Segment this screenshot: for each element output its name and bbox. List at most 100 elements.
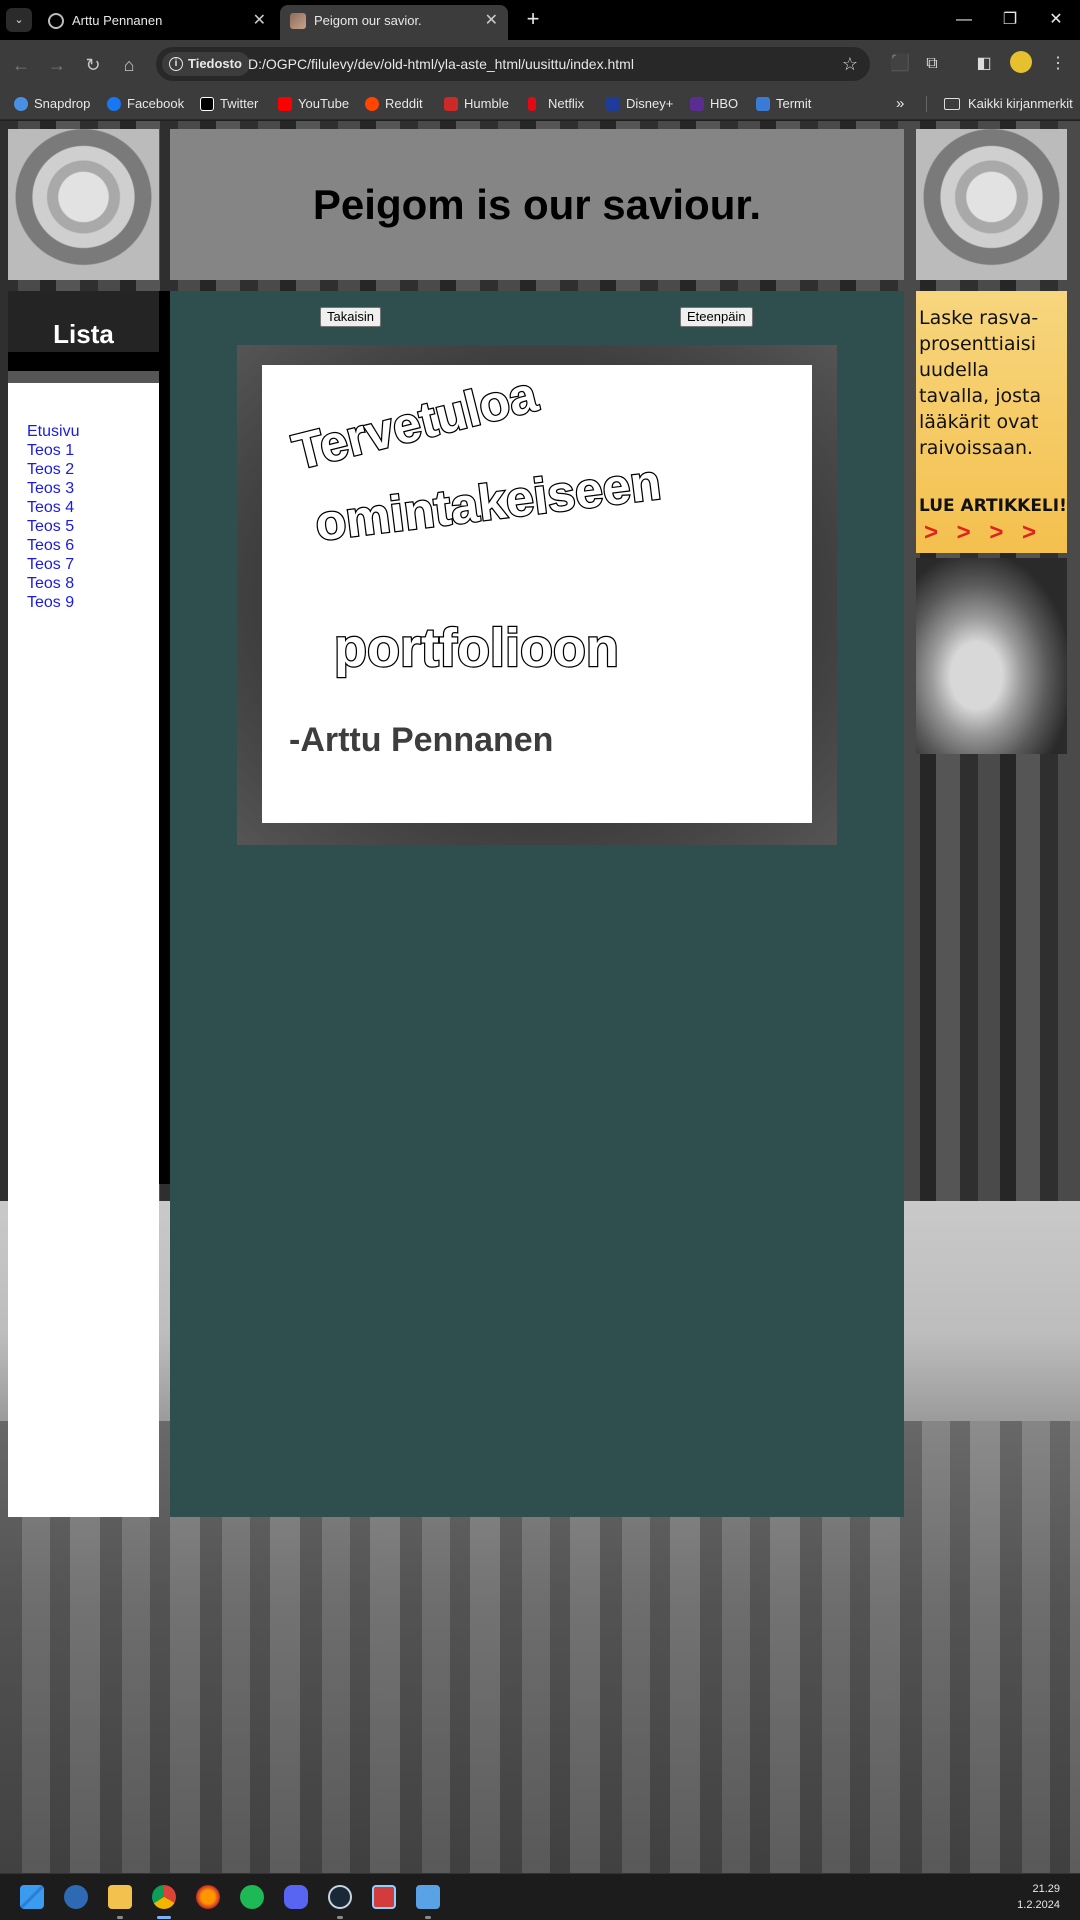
discord-icon[interactable] — [284, 1885, 308, 1909]
ad-arrows: > > > > — [924, 519, 1043, 546]
bookmark-hbo[interactable]: HBO — [690, 88, 738, 120]
page-favicon — [290, 13, 306, 29]
back-button[interactable]: Takaisin — [320, 307, 381, 327]
reload-icon[interactable]: ↻ — [80, 52, 106, 78]
file-explorer-icon[interactable] — [108, 1885, 132, 1909]
sidebar-link-teos-1[interactable]: Teos 1 — [27, 441, 79, 460]
bookmark-twitter[interactable]: Twitter — [200, 88, 258, 120]
page-title: Peigom is our saviour. — [312, 181, 762, 228]
x-icon — [200, 97, 214, 111]
firefox-icon[interactable] — [196, 1885, 220, 1909]
humble-icon — [444, 97, 458, 111]
start-icon[interactable] — [20, 1885, 44, 1909]
clock-date: 1.2.2024 — [1017, 1899, 1060, 1911]
sidebar-link-etusivu[interactable]: Etusivu — [27, 422, 79, 441]
extension-badge-icon[interactable]: ⬛ — [888, 52, 912, 76]
tab-title: Peigom our savior. — [314, 13, 422, 28]
sidebar-link-teos-4[interactable]: Teos 4 — [27, 498, 79, 517]
minimize-icon[interactable]: — — [944, 6, 984, 34]
running-indicator — [425, 1916, 431, 1919]
snapdrop-icon — [14, 97, 28, 111]
ad-text: Laske rasva-prosenttiaisi uudella tavall… — [919, 307, 1042, 459]
address-bar[interactable]: i Tiedosto D:/OGPC/filulevy/dev/old-html… — [156, 47, 870, 81]
ad-photo[interactable] — [916, 558, 1067, 754]
main-content: Takaisin Eteenpäin Tervetuloa omintakeis… — [170, 291, 904, 1517]
close-tab-icon[interactable]: ✕ — [485, 5, 498, 36]
all-bookmarks-button[interactable]: Kaikki kirjanmerkit — [944, 88, 1073, 120]
bookmarks-bar: Snapdrop Facebook Twitter YouTube Reddit… — [0, 88, 1080, 120]
bookmark-facebook[interactable]: Facebook — [107, 88, 184, 120]
sidebar-link-teos-8[interactable]: Teos 8 — [27, 574, 79, 593]
steam-icon[interactable] — [328, 1885, 352, 1909]
snipping-tool-icon[interactable] — [372, 1885, 396, 1909]
bookmark-label: Netflix — [548, 96, 585, 111]
youtube-icon — [278, 97, 292, 111]
bookmark-disney[interactable]: Disney+ — [606, 88, 673, 120]
system-clock[interactable]: 21.29 1.2.2024 — [1017, 1881, 1060, 1913]
disney-icon — [606, 97, 620, 111]
bookmark-humble[interactable]: Humble — [444, 88, 509, 120]
running-indicator — [337, 1916, 343, 1919]
page-viewport: Peigom is our saviour. Lista Etusivu Teo… — [0, 121, 1080, 1873]
tab-peigom[interactable]: Peigom our savior. ✕ — [280, 5, 508, 40]
search-icon[interactable] — [64, 1885, 88, 1909]
home-icon[interactable]: ⌂ — [116, 52, 142, 78]
browser-toolbar: ← → ↻ ⌂ i Tiedosto D:/OGPC/filulevy/dev/… — [0, 40, 1080, 88]
active-indicator — [157, 1916, 171, 1919]
notepad-icon[interactable] — [416, 1885, 440, 1909]
ad-banner[interactable]: Laske rasva-prosenttiaisi uudella tavall… — [916, 291, 1067, 553]
sidebar-link-teos-3[interactable]: Teos 3 — [27, 479, 79, 498]
close-tab-icon[interactable]: ✕ — [253, 5, 266, 36]
bookmark-snapdrop[interactable]: Snapdrop — [14, 88, 90, 120]
sidebar-header: Lista — [8, 291, 159, 383]
sidebar-link-teos-2[interactable]: Teos 2 — [27, 460, 79, 479]
bookmark-label: Disney+ — [626, 96, 674, 111]
sidebar-link-teos-7[interactable]: Teos 7 — [27, 555, 79, 574]
bookmark-termit[interactable]: Termit — [756, 88, 811, 120]
sidebar-link-teos-9[interactable]: Teos 9 — [27, 593, 79, 612]
sidebar-link-teos-5[interactable]: Teos 5 — [27, 517, 79, 536]
info-icon: i — [169, 57, 183, 71]
bookmark-label: YouTube — [298, 96, 350, 111]
restore-icon[interactable]: ❐ — [990, 6, 1030, 34]
author-signature: -Arttu Pennanen — [289, 721, 554, 759]
profile-avatar[interactable] — [1010, 51, 1032, 73]
sidebar-link-teos-6[interactable]: Teos 6 — [27, 536, 79, 555]
bookmark-label: Humble — [464, 96, 509, 111]
reddit-icon — [365, 97, 379, 111]
all-bookmarks-label: Kaikki kirjanmerkit — [968, 96, 1073, 111]
tab-arttu-pennanen[interactable]: Arttu Pennanen ✕ — [38, 5, 276, 40]
more-bookmarks-icon[interactable]: » — [896, 88, 904, 120]
menu-dots-icon[interactable]: ⋮ — [1046, 52, 1070, 76]
forward-arrow-icon[interactable]: → — [44, 52, 70, 78]
welcome-line-1: Tervetuloa — [286, 365, 544, 482]
portrait-photo-right — [916, 129, 1067, 280]
back-arrow-icon[interactable]: ← — [8, 52, 34, 78]
welcome-line-3: portfolioon — [333, 617, 620, 680]
url-text[interactable]: D:/OGPC/filulevy/dev/old-html/yla-aste_h… — [248, 47, 634, 81]
welcome-line-2: omintakeiseen — [311, 452, 665, 552]
bookmark-label: Snapdrop — [34, 96, 91, 111]
new-tab-button[interactable]: + — [520, 7, 546, 33]
tab-search-button[interactable]: ⌄ — [6, 8, 32, 32]
ad-cta[interactable]: LUE ARTIKKELI! — [919, 496, 1067, 516]
close-window-icon[interactable]: ✕ — [1036, 6, 1076, 34]
bookmark-reddit[interactable]: Reddit — [365, 88, 423, 120]
slide-canvas: Tervetuloa omintakeiseen portfolioon -Ar… — [262, 365, 812, 823]
bookmark-label: Termit — [776, 96, 812, 111]
sidebar: Lista Etusivu Teos 1 Teos 2 Teos 3 Teos … — [8, 291, 170, 1517]
bookmark-youtube[interactable]: YouTube — [278, 88, 349, 120]
chrome-icon[interactable] — [152, 1885, 176, 1909]
folder-icon — [944, 98, 960, 110]
spotify-icon[interactable] — [240, 1885, 264, 1909]
bookmark-netflix[interactable]: Netflix — [528, 88, 584, 120]
extensions-puzzle-icon[interactable]: ⧉ — [920, 52, 944, 76]
forward-button[interactable]: Eteenpäin — [680, 307, 753, 327]
sidebar-link-list: Etusivu Teos 1 Teos 2 Teos 3 Teos 4 Teos… — [27, 422, 79, 612]
site-info-chip[interactable]: i Tiedosto — [162, 52, 250, 76]
running-indicator — [117, 1916, 123, 1919]
bookmark-label: HBO — [710, 96, 739, 111]
side-panel-icon[interactable]: ◧ — [972, 52, 996, 76]
sidebar-shadow — [159, 291, 170, 1184]
bookmark-star-icon[interactable]: ☆ — [842, 47, 858, 81]
